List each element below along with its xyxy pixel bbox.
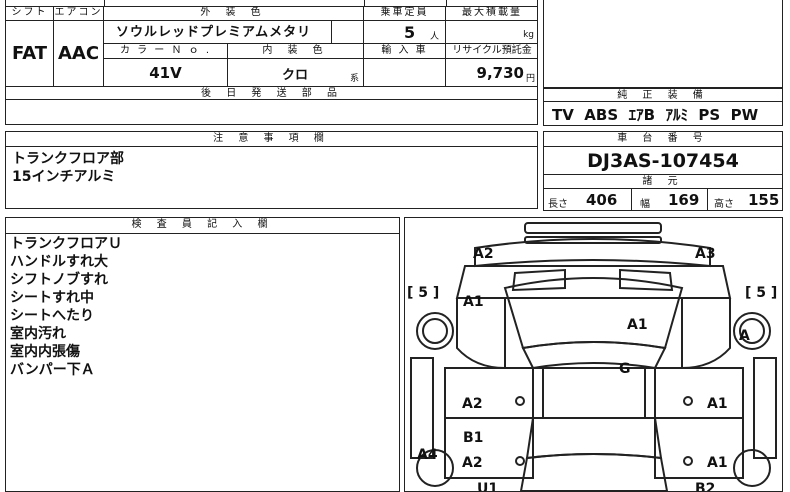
interior-color-header: 内 装 色 [228,44,364,59]
import-header: 輸 入 車 [364,44,446,59]
notes-line: トランクフロア部 [12,151,124,167]
interior-color-value: クロ [282,68,309,83]
recycle-deposit-value: 9,730 [476,64,524,82]
damage-mark: A1 [707,455,728,471]
recycle-deposit-value-cell: 9,730 円 [446,59,538,87]
inspector-note-line: 室内内張傷 [10,344,80,360]
inspector-note-line: シフトノブすれ [10,272,108,288]
exterior-color-extra [332,21,364,44]
damage-mark: A3 [695,246,716,262]
length-value: 406 [586,191,618,209]
damage-mark: A4 [417,447,438,463]
equipment-box: 純 正 装 備 TV ABS ｴｱB ｱﾙﾐ PS PW [543,88,783,126]
inspector-note-line: シートへたり [10,308,94,324]
vehicle-info-table: シフト エアコン 外 装 色 乗車定員 最大積載量 FAT AAC ソウルレッド… [5,0,538,100]
seating-value: 5 [404,23,416,42]
damage-mark: [ 5 ] [407,285,439,301]
height-value: 155 [748,191,780,209]
car-diagram-box: A2 A3 [ 5 ] [ 5 ] A1 A1 A G A2 A1 B1 A2 … [404,217,783,492]
equipment-items: TV ABS ｴｱB ｱﾙﾐ PS PW [552,106,759,124]
shift-header: シフト [6,6,54,21]
inspector-note-line: シートすれ中 [10,290,94,306]
import-value-cell [364,59,446,87]
aircon-header: エアコン [54,6,104,21]
damage-mark: B1 [463,430,483,446]
inspector-notes-box: 検 査 員 記 入 欄 トランクフロアＵ ハンドルすれ大 シフトノブすれ シート… [5,217,400,492]
seating-unit: 人 [430,32,440,42]
damage-mark: A2 [462,455,483,471]
damage-mark: [ 5 ] [745,285,777,301]
inspector-note-line: 室内汚れ [10,326,66,342]
max-load-value-cell: kg [446,21,538,44]
max-load-header: 最大積載量 [446,6,538,21]
max-load-unit: kg [523,30,534,40]
inspector-notes-header: 検 査 員 記 入 欄 [6,218,399,234]
shift-value: FAT [6,21,54,87]
inspector-note-line: ハンドルすれ大 [10,254,108,270]
specs-header: 諸 元 [544,174,782,189]
recycle-deposit-header: リサイクル預託金 [446,44,538,59]
aircon-value: AAC [54,21,104,87]
inspector-note-line: トランクフロアＵ [10,236,122,252]
interior-color-suffix: 系 [349,74,359,84]
chassis-number-header: 車 台 番 号 [544,132,782,147]
damage-mark: A2 [473,246,494,262]
top-right-blank-box [543,0,783,88]
interior-color-value-cell: クロ 系 [228,59,364,87]
damage-mark: A [739,328,750,344]
seating-value-cell: 5 人 [364,21,446,44]
chassis-box: 車 台 番 号 DJ3AS-107454 諸 元 長さ 406 幅 169 高さ… [543,131,783,211]
height-label: 高さ [714,199,734,210]
length-label: 長さ [548,199,568,210]
recycle-deposit-unit: 円 [525,74,535,84]
exterior-color-header: 外 装 色 [104,6,364,21]
exterior-color-value: ソウルレッドプレミアムメタリ [104,21,332,44]
equipment-header: 純 正 装 備 [544,89,782,102]
seating-header: 乗車定員 [364,6,446,21]
width-value: 169 [668,191,700,209]
damage-mark: A2 [462,396,483,412]
later-shipping-parts-body [5,99,538,125]
car-outline-diagram: A2 A3 [ 5 ] [ 5 ] A1 A1 A G A2 A1 B1 A2 … [407,222,777,491]
chassis-number-value: DJ3AS-107454 [587,150,739,172]
damage-mark: U1 [477,481,498,491]
notes-header: 注 意 事 項 欄 [6,132,537,147]
notes-box: 注 意 事 項 欄 トランクフロア部 15インチアルミ [5,131,538,209]
color-no-value: 41V [104,59,228,87]
damage-mark: A1 [463,294,484,310]
damage-mark: A1 [627,317,648,333]
width-label: 幅 [640,199,650,210]
color-no-header: カ ラ ー Ｎ ｏ . [104,44,228,59]
inspector-note-line: バンパー下Ａ [10,362,95,378]
notes-line: 15インチアルミ [12,169,116,185]
damage-mark: B2 [695,481,715,491]
damage-mark: A1 [707,396,728,412]
damage-mark: G [619,361,631,377]
